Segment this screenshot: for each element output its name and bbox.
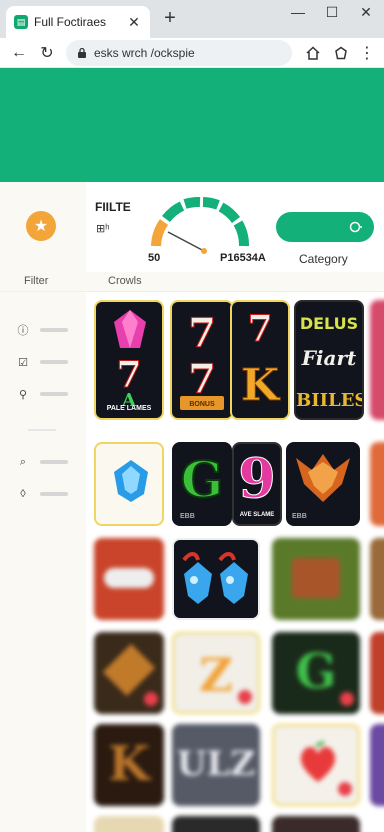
sync-icon [349,221,362,233]
sidebar-item-info[interactable]: ⓘ [16,322,76,338]
extensions-icon[interactable] [330,42,352,64]
sidebar-item-label-placeholder [40,460,68,464]
sidebar-item-tag[interactable]: ⌕ [16,454,76,470]
heart-icon [300,740,336,782]
game-tile[interactable]: Z [172,632,260,714]
sidebar-item-checklist[interactable]: ☑ [16,354,76,370]
tile-title: DELUS [299,314,359,333]
game-tile[interactable] [94,632,164,714]
game-tile[interactable] [370,632,384,714]
filter-settings-icon[interactable]: ⊞ʰ [96,222,109,235]
dragon-emblem-icon [296,454,350,502]
sidebar-item-search[interactable]: ⚲ [16,386,76,402]
tile-caption: EBB [292,513,307,520]
reload-button[interactable]: ↻ [36,42,58,64]
info-icon: ⓘ [17,325,29,337]
sidebar-divider [28,429,56,431]
game-tile[interactable]: 7 A PALE LAMES [94,300,164,420]
game-tile[interactable] [172,816,260,832]
browser-toolbar: ← ↻ esks wrch /ockspie ⋮ [0,38,384,68]
badge-indicator [338,782,352,796]
gauge-min-value: 50 [148,252,161,264]
maximize-button[interactable]: ☐ [322,4,342,20]
tile-glyph: 9 [238,446,277,511]
game-tile[interactable]: 7 7 BONUS [170,300,234,420]
game-tile[interactable]: 9 AVE SLAME [232,442,282,526]
checkbox-icon: ☑ [18,356,28,369]
new-tab-button[interactable]: + [160,8,180,28]
tile-glyph: G [180,449,225,510]
category-label: Category [299,252,348,266]
tile-glyph: 7 [247,308,273,351]
sidebar-item-label-placeholder [40,360,68,364]
minimize-button[interactable]: — [288,4,308,20]
game-grid: 7 A PALE LAMES 7 7 BONUS 7 K DELUS Fiart… [86,292,384,832]
tile-caption: BONUS [189,401,215,408]
tile-glyph: K [240,360,280,412]
game-tile[interactable]: EBB [286,442,360,526]
close-window-button[interactable]: ✕ [356,4,376,20]
lock-icon [78,47,86,58]
category-toggle-button[interactable] [276,212,374,242]
crowls-tab[interactable]: Crowls [108,275,142,287]
game-tile[interactable]: G [272,632,360,714]
game-tile[interactable] [94,816,164,832]
browser-menu-button[interactable]: ⋮ [356,42,378,64]
game-tile[interactable] [370,442,384,526]
tab-favicon-icon: ▤ [14,15,28,29]
game-tile[interactable]: 7 K [230,300,290,420]
game-tile[interactable]: G EBB [172,442,232,526]
sidebar-item-label-placeholder [40,328,68,332]
address-url: esks wrch /ockspie [94,46,195,60]
address-bar[interactable]: esks wrch /ockspie [66,40,292,66]
twin-blue-gems-icon [182,552,248,604]
game-tile[interactable] [94,538,164,620]
tile-glyph: ULZ [176,744,256,784]
tile-caption: PALE LAMES [106,405,152,412]
favorites-star-icon[interactable]: ★ [26,211,56,241]
tile-title: BIILES [296,390,364,411]
tag-icon: ⌕ [19,455,27,468]
sidebar-item-diamond[interactable]: ◊ [16,486,76,502]
badge-indicator [238,690,252,704]
sidebar-item-label-placeholder [40,392,68,396]
browser-tab-strip: ▤ Full Foctiraes ✕ + — ☐ ✕ [0,0,384,38]
filter-title: FIILTE [95,200,131,214]
section-labels-row: Filter Crowls [0,272,384,292]
badge-indicator [144,692,158,706]
game-tile[interactable] [370,538,384,620]
tile-caption: AVE SLAME [239,512,275,518]
browser-tab[interactable]: ▤ Full Foctiraes ✕ [6,6,150,38]
search-icon: ⚲ [18,388,28,401]
gauge-max-value: P16534A [220,252,266,264]
back-button[interactable]: ← [8,42,30,64]
game-tile[interactable] [172,538,260,620]
tile-glyph: K [108,736,150,792]
game-tile[interactable] [370,300,384,420]
badge-indicator [340,692,354,706]
game-tile[interactable] [272,724,360,806]
tile-glyph: 7 [188,310,217,358]
game-tile[interactable] [272,816,360,832]
sidebar-item-label-placeholder [40,492,68,496]
tab-close-button[interactable]: ✕ [126,14,142,31]
speed-gauge [151,196,249,254]
filter-tab[interactable]: Filter [24,275,48,287]
blue-gem-icon [114,460,148,502]
game-tile[interactable] [94,442,164,526]
tile-caption: EBB [180,513,195,520]
game-tile[interactable]: ULZ [172,724,260,806]
hero-banner [0,68,384,182]
diamond-icon: ◊ [20,488,26,500]
tile-title: Fiart [301,346,357,370]
game-tile[interactable] [272,538,360,620]
game-tile[interactable]: DELUS Fiart BIILES [294,300,364,420]
tab-title: Full Foctiraes [34,15,107,29]
game-tile[interactable] [370,724,384,806]
home-icon[interactable] [302,42,324,64]
game-tile[interactable]: K [94,724,164,806]
pink-gem-icon [114,310,146,348]
left-sidebar [0,292,86,832]
